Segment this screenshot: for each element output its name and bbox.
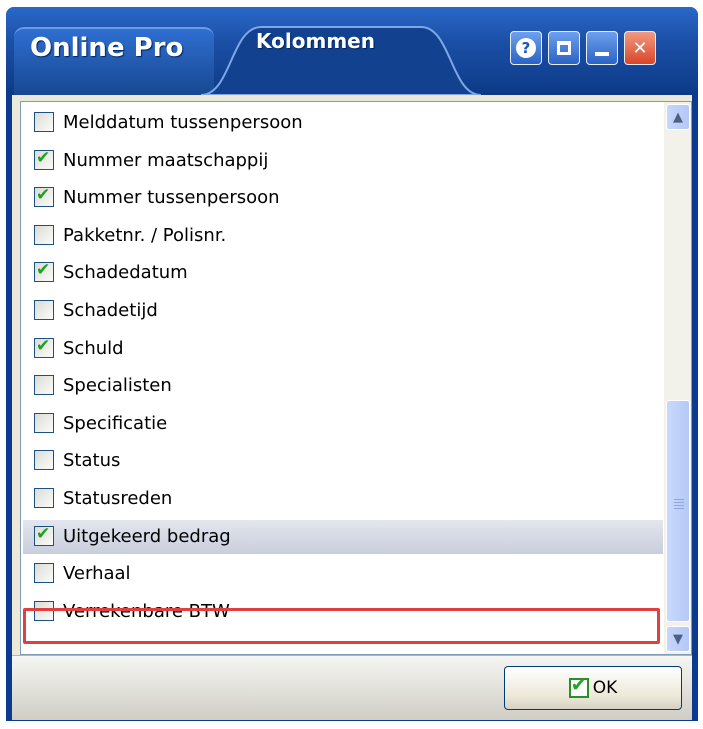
column-option[interactable]: Specialisten (23, 369, 663, 403)
button-bar: ✔ OK (12, 655, 692, 720)
selection-highlight (23, 608, 660, 644)
checkmark-icon: ✔ (36, 523, 51, 544)
column-checkbox[interactable]: ✔ (34, 147, 54, 170)
title-bar[interactable]: Online Pro Kolommen ? ✕ (6, 7, 698, 97)
column-checkbox[interactable]: ✔ (34, 335, 54, 358)
column-label: Specialisten (63, 375, 172, 397)
maximize-icon (557, 41, 571, 55)
column-option[interactable]: Statusreden (23, 482, 663, 516)
column-label: Uitgekeerd bedrag (63, 525, 231, 547)
column-checkbox[interactable] (34, 300, 54, 320)
checkmark-icon: ✔ (36, 260, 51, 281)
column-option[interactable]: ✔ Nummer maatschappij (23, 144, 663, 178)
column-checkbox[interactable] (34, 112, 54, 132)
column-label: Nummer maatschappij (63, 149, 269, 171)
column-label: Schuld (63, 337, 124, 359)
help-button[interactable]: ? (510, 31, 542, 65)
column-label: Verhaal (63, 563, 131, 585)
column-option[interactable]: ✔ Schadedatum (23, 256, 663, 290)
scroll-up-button[interactable]: ▲ (666, 104, 690, 130)
check-icon: ✔ (568, 674, 589, 698)
column-label: Specificatie (63, 412, 168, 434)
checkmark-icon: ✔ (36, 335, 51, 356)
column-checkbox[interactable]: ✔ (34, 523, 54, 546)
column-label: Melddatum tussenpersoon (63, 112, 303, 133)
column-option[interactable]: Melddatum tussenpersoon (23, 106, 663, 140)
column-checkbox[interactable] (34, 563, 54, 584)
columns-dialog: Online Pro Kolommen ? ✕ Melddatum tussen… (6, 7, 698, 721)
close-icon: ✕ (632, 37, 648, 59)
column-option[interactable]: ✔ Nummer tussenpersoon (23, 181, 663, 215)
column-label: Statusreden (63, 488, 173, 509)
vertical-scrollbar[interactable]: ▲ ▼ (664, 102, 691, 654)
column-option[interactable]: Verhaal (23, 557, 663, 591)
column-option[interactable]: Schadetijd (23, 294, 663, 328)
minimize-icon (595, 52, 609, 56)
column-option[interactable]: Pakketnr. / Polisnr. (23, 219, 663, 253)
column-checkbox[interactable] (34, 488, 54, 508)
ok-label: OK (592, 678, 618, 698)
column-label: Nummer tussenpersoon (63, 187, 280, 209)
dialog-body: Melddatum tussenpersoon ✔ Nummer maatschap… (12, 95, 692, 720)
column-option[interactable]: ✔ Schuld (23, 332, 663, 366)
column-option[interactable]: Specificatie (23, 407, 663, 441)
column-label: Schadetijd (63, 300, 158, 321)
column-option[interactable]: Status (23, 444, 663, 478)
scroll-down-button[interactable]: ▼ (666, 626, 690, 652)
help-icon: ? (516, 38, 536, 58)
app-title: Online Pro (30, 33, 184, 63)
tab-kolommen[interactable]: Kolommen (256, 29, 375, 53)
column-checkbox[interactable] (34, 450, 54, 471)
column-checkbox[interactable] (34, 224, 54, 245)
checkmark-icon: ✔ (36, 185, 51, 206)
column-checkbox[interactable] (34, 412, 54, 433)
chevron-up-icon: ▲ (673, 109, 683, 125)
column-list[interactable]: Melddatum tussenpersoon ✔ Nummer maatschap… (20, 101, 692, 655)
minimize-button[interactable] (586, 31, 618, 65)
column-label: Schadedatum (63, 262, 188, 284)
close-button[interactable]: ✕ (624, 31, 656, 65)
checkmark-icon: ✔ (36, 147, 51, 168)
column-label: Status (63, 450, 121, 472)
grip-icon (674, 499, 684, 511)
column-checkbox[interactable]: ✔ (34, 260, 54, 283)
scroll-thumb[interactable] (666, 400, 690, 622)
column-option[interactable]: ✔ Uitgekeerd bedrag (23, 519, 663, 554)
column-checkbox[interactable] (34, 375, 54, 396)
maximize-button[interactable] (548, 31, 580, 65)
ok-button[interactable]: ✔ OK (504, 666, 682, 710)
column-label: Pakketnr. / Polisnr. (63, 224, 227, 246)
column-checkbox[interactable]: ✔ (34, 185, 54, 208)
chevron-down-icon: ▼ (673, 631, 683, 647)
